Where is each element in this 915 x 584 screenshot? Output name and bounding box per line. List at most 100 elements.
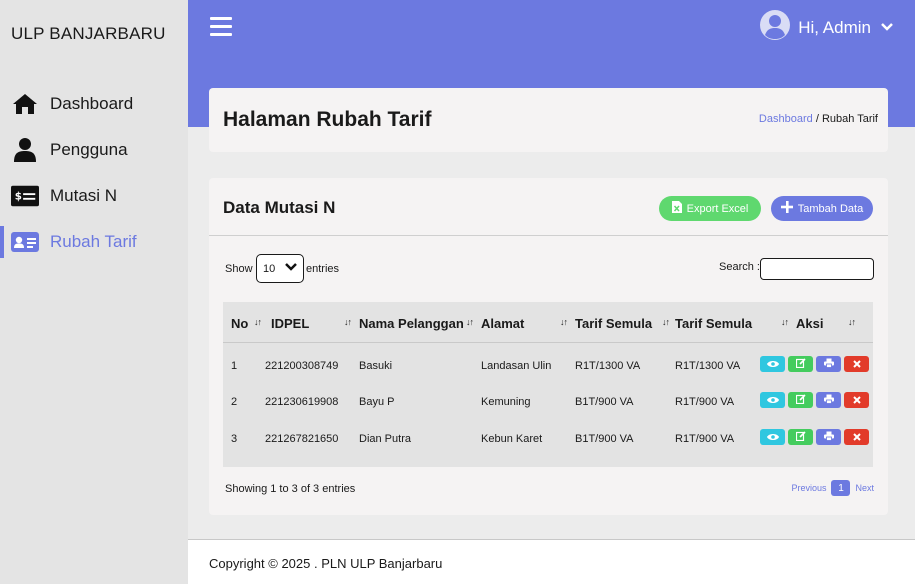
sidebar-item-label: Pengguna (50, 140, 128, 159)
edit-icon (795, 355, 806, 373)
money-icon: $ (11, 184, 39, 208)
table-row: 1 221200308749 Basuki Landasan Ulin R1T/… (223, 349, 873, 385)
divider (209, 235, 888, 236)
edit-button[interactable] (788, 392, 813, 408)
sort-icon[interactable]: ↓↑ (466, 317, 474, 327)
cell-tarif-semula-2: R1T/900 VA (675, 433, 735, 445)
print-button[interactable] (816, 356, 841, 372)
delete-button[interactable] (844, 429, 869, 445)
sort-icon[interactable]: ↓↑ (662, 317, 670, 327)
cell-no: 1 (231, 360, 238, 372)
search-label: Search : (719, 261, 760, 273)
entries-info: Showing 1 to 3 of 3 entries (225, 483, 356, 495)
entries-select[interactable]: 10 (256, 254, 304, 283)
eye-icon (766, 391, 779, 409)
print-button[interactable] (816, 429, 841, 445)
entries-label: entries (306, 263, 340, 275)
delete-button[interactable] (844, 392, 869, 408)
cell-tarif-semula: R1T/1300 VA (575, 360, 641, 372)
column-header-tarif-semula-2[interactable]: Tarif Semula (675, 316, 752, 331)
id-card-icon (11, 230, 39, 254)
print-button[interactable] (816, 392, 841, 408)
sort-icon[interactable]: ↓↑ (344, 317, 352, 327)
row-actions (760, 356, 869, 372)
user-menu[interactable]: Hi, Admin (760, 10, 893, 45)
column-header-idpel[interactable]: IDPEL (271, 316, 309, 331)
breadcrumb-link-dashboard[interactable]: Dashboard (759, 113, 813, 125)
previous-page-link[interactable]: Previous (791, 483, 826, 493)
cell-no: 3 (231, 433, 238, 445)
cell-idpel: 221200308749 (265, 360, 339, 372)
breadcrumb-separator: / (815, 113, 819, 125)
next-page-link[interactable]: Next (855, 483, 874, 493)
close-icon (852, 391, 861, 409)
sidebar-item-mutasi-n[interactable]: $ Mutasi N (0, 180, 188, 212)
cell-tarif-semula-2: R1T/1300 VA (675, 360, 741, 372)
delete-button[interactable] (844, 356, 869, 372)
chevron-down-icon (285, 262, 297, 275)
cell-alamat: Kebun Karet (481, 433, 543, 445)
cell-nama: Dian Putra (359, 433, 411, 445)
sidebar-item-pengguna[interactable]: Pengguna (0, 134, 188, 166)
cell-alamat: Kemuning (481, 396, 531, 408)
cell-tarif-semula: B1T/900 VA (575, 396, 634, 408)
eye-icon (766, 428, 779, 446)
cell-tarif-semula: B1T/900 VA (575, 433, 634, 445)
sidebar: ULP BANJARBARU Dashboard Pengguna $ Muta… (0, 0, 188, 584)
edit-button[interactable] (788, 356, 813, 372)
view-button[interactable] (760, 392, 785, 408)
page-title-card: Halaman Rubah Tarif Dashboard / Rubah Ta… (209, 88, 888, 152)
view-button[interactable] (760, 356, 785, 372)
brand-title: ULP BANJARBARU (11, 24, 166, 43)
sort-icon[interactable]: ↓↑ (781, 317, 789, 327)
excel-file-icon (671, 201, 682, 216)
page-footer: Copyright © 2025 . PLN ULP Banjarbaru (188, 539, 915, 584)
home-icon (11, 92, 39, 116)
column-header-nama-pelanggan[interactable]: Nama Pelanggan (359, 316, 464, 331)
column-header-tarif-semula[interactable]: Tarif Semula (575, 316, 652, 331)
sort-icon[interactable]: ↓↑ (560, 317, 568, 327)
data-table: No ↓↑ IDPEL ↓↑ Nama Pelanggan ↓↑ Alamat … (223, 302, 873, 467)
chevron-down-icon (881, 19, 893, 37)
sort-icon[interactable]: ↓↑ (254, 317, 262, 327)
user-icon (11, 138, 39, 162)
column-header-aksi[interactable]: Aksi (796, 316, 823, 331)
avatar-icon (760, 10, 791, 45)
sidebar-item-label: Dashboard (50, 94, 134, 113)
print-icon (823, 391, 834, 409)
close-icon (852, 428, 861, 446)
breadcrumb-current: Rubah Tarif (821, 113, 878, 125)
copyright-text: Copyright © 2025 . PLN ULP Banjarbaru (209, 556, 443, 571)
export-excel-label: Export Excel (686, 202, 749, 215)
sort-icon[interactable]: ↓↑ (848, 317, 856, 327)
column-header-no[interactable]: No (231, 316, 248, 331)
table-row: 2 221230619908 Bayu P Kemuning B1T/900 V… (223, 385, 873, 421)
edit-icon (795, 428, 806, 446)
edit-icon (795, 391, 806, 409)
entries-value: 10 (263, 262, 276, 275)
plus-icon (780, 201, 793, 216)
pagination: Previous 1 Next (791, 480, 874, 496)
add-data-button[interactable]: Tambah Data (771, 196, 873, 221)
page-title: Halaman Rubah Tarif (223, 108, 432, 131)
view-button[interactable] (760, 429, 785, 445)
page-number-button[interactable]: 1 (831, 480, 851, 496)
menu-toggle-icon[interactable] (210, 17, 232, 39)
column-header-alamat[interactable]: Alamat (481, 316, 524, 331)
export-excel-button[interactable]: Export Excel (659, 196, 761, 221)
eye-icon (766, 355, 779, 373)
cell-nama: Bayu P (359, 396, 395, 408)
sidebar-item-rubah-tarif[interactable]: Rubah Tarif (0, 226, 188, 258)
sidebar-item-dashboard[interactable]: Dashboard (0, 88, 188, 120)
user-greeting: Hi, Admin (798, 17, 871, 37)
close-icon (852, 355, 861, 373)
edit-button[interactable] (788, 429, 813, 445)
data-card: Data Mutasi N Export Excel Tambah Data S… (209, 178, 888, 515)
table-row: 3 221267821650 Dian Putra Kebun Karet B1… (223, 422, 873, 458)
print-icon (823, 355, 834, 373)
cell-idpel: 221230619908 (265, 396, 339, 408)
svg-text:$: $ (15, 191, 22, 203)
cell-nama: Basuki (359, 360, 393, 372)
search-input[interactable] (760, 258, 874, 280)
print-icon (823, 428, 834, 446)
